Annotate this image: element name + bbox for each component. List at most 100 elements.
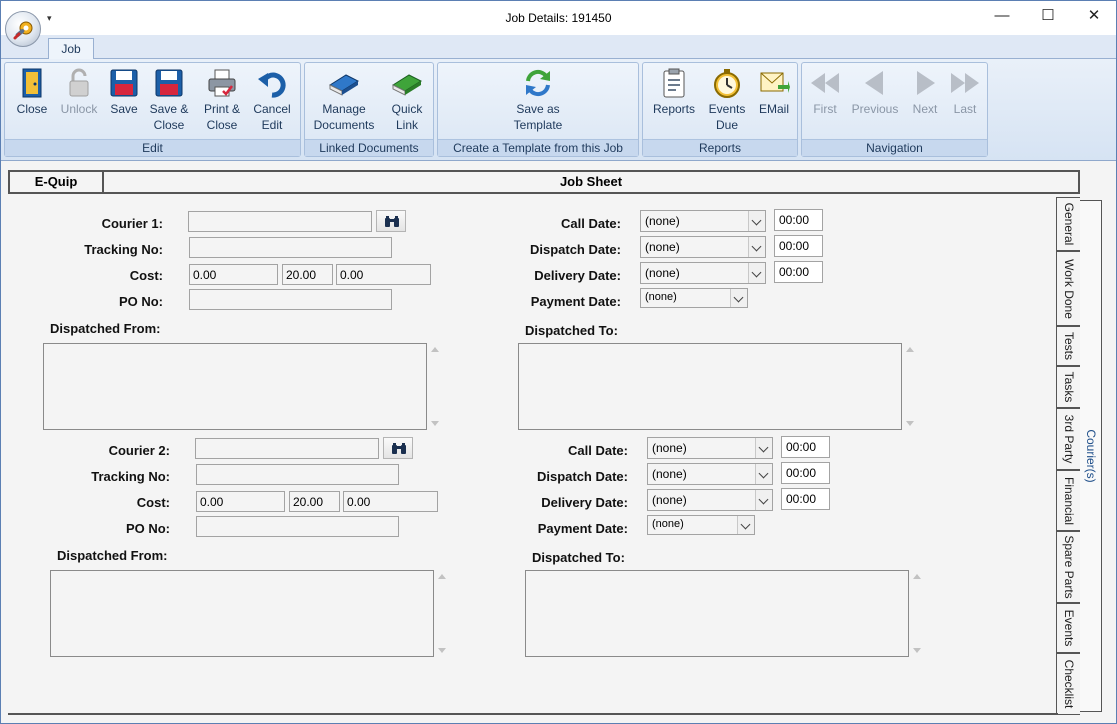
dispatched-from1-memo[interactable] xyxy=(43,343,427,430)
title-bar: ▾ Job Details: 191450 — ☐ ✕ xyxy=(1,1,1116,35)
first-button[interactable]: First xyxy=(806,67,844,117)
tab-spare-parts[interactable]: Spare Parts xyxy=(1056,531,1080,603)
tab-tasks[interactable]: Tasks xyxy=(1056,366,1080,408)
cost1-total-field[interactable] xyxy=(336,264,431,285)
courier1-lookup-button[interactable] xyxy=(376,210,406,232)
delivery2-time-field[interactable]: 00:00 xyxy=(781,488,830,510)
tracking2-field[interactable] xyxy=(196,464,399,485)
dispatched-to1-scrollbar[interactable] xyxy=(902,343,919,430)
dispatched-to1-memo[interactable] xyxy=(518,343,902,430)
payment1-label: Payment Date: xyxy=(530,294,621,309)
payment2-date-select[interactable]: (none) xyxy=(647,515,755,535)
manage-documents-button[interactable]: Manage Documents xyxy=(311,67,377,133)
next-record-icon xyxy=(917,71,935,95)
po2-label: PO No: xyxy=(125,521,170,536)
job-sheet-title: Job Sheet xyxy=(102,170,1080,194)
cancel-edit-label-2: Edit xyxy=(261,118,283,132)
minimize-button[interactable]: — xyxy=(979,5,1025,29)
last-button[interactable]: Last xyxy=(946,67,984,117)
po1-field[interactable] xyxy=(189,289,392,310)
courier2-field[interactable] xyxy=(195,438,379,459)
wrench-gear-icon xyxy=(13,21,33,40)
manage-documents-label-1: Manage xyxy=(322,102,366,116)
reports-button[interactable]: Reports xyxy=(649,67,699,117)
door-icon xyxy=(22,68,42,98)
events-due-button[interactable]: Events Due xyxy=(704,67,750,133)
print-close-label-2: Close xyxy=(206,118,238,132)
cost1-field[interactable] xyxy=(189,264,278,285)
template-group-label: Create a Template from this Job xyxy=(438,139,638,156)
tab-tests[interactable]: Tests xyxy=(1056,326,1080,366)
po2-field[interactable] xyxy=(196,516,399,537)
maximize-button[interactable]: ☐ xyxy=(1025,5,1071,29)
close-window-button[interactable]: ✕ xyxy=(1071,5,1116,29)
dispatch2-label: Dispatch Date: xyxy=(536,469,628,484)
tab-job[interactable]: Job xyxy=(48,38,94,60)
first-label: First xyxy=(813,102,837,116)
tab-spare-parts-label: Spare Parts xyxy=(1061,535,1076,599)
tab-general[interactable]: General xyxy=(1056,197,1080,251)
previous-button[interactable]: Previous xyxy=(848,67,902,117)
unlock-button[interactable]: Unlock xyxy=(57,67,101,117)
email-icon xyxy=(760,72,790,93)
tab-events[interactable]: Events xyxy=(1056,603,1080,653)
tab-events-label: Events xyxy=(1061,609,1076,647)
application-menu-button[interactable] xyxy=(5,11,41,47)
cost2-rate-field[interactable] xyxy=(289,491,340,512)
po1-label: PO No: xyxy=(118,294,163,309)
dispatched-from2-scrollbar[interactable] xyxy=(434,570,451,657)
tab-general-label: General xyxy=(1061,202,1076,246)
dispatch1-date-select[interactable]: (none) xyxy=(640,236,766,258)
dispatched-from1-scrollbar[interactable] xyxy=(427,343,444,430)
next-label: Next xyxy=(912,102,938,116)
tab-financial[interactable]: Financial xyxy=(1056,470,1080,531)
tab-checklist[interactable]: Checklist xyxy=(1056,653,1080,715)
chevron-down-icon xyxy=(755,438,772,458)
cost2-field[interactable] xyxy=(196,491,285,512)
save-as-template-button[interactable]: Save as Template xyxy=(508,67,568,133)
side-tab-strip: General Work Done Tests Tasks 3rd Party … xyxy=(1056,197,1080,715)
print-and-close-button[interactable]: Print & Close xyxy=(198,67,246,133)
delivery2-date-select[interactable]: (none) xyxy=(647,489,773,511)
delivery1-time-field[interactable]: 00:00 xyxy=(774,261,823,283)
clipboard-report-icon xyxy=(663,68,685,98)
dispatch2-time-field[interactable]: 00:00 xyxy=(781,462,830,484)
dispatch1-time-field[interactable]: 00:00 xyxy=(774,235,823,257)
email-button[interactable]: EMail xyxy=(754,67,794,117)
delivery1-date-select[interactable]: (none) xyxy=(640,262,766,284)
dispatched-to2-memo[interactable] xyxy=(525,570,909,657)
binoculars-icon xyxy=(385,216,399,227)
tab-work-done[interactable]: Work Done xyxy=(1056,251,1080,326)
dispatched-to1-label: Dispatched To: xyxy=(525,323,618,338)
tracking1-field[interactable] xyxy=(189,237,392,258)
tab-couriers[interactable]: Courier(s) xyxy=(1080,200,1102,712)
save-and-close-button[interactable]: Save & Close xyxy=(147,67,191,133)
close-button[interactable]: Close xyxy=(13,67,51,117)
dispatch2-date-select[interactable]: (none) xyxy=(647,463,773,485)
payment1-date-select[interactable]: (none) xyxy=(640,288,748,308)
cancel-edit-button[interactable]: Cancel Edit xyxy=(250,67,294,133)
cost1-label: Cost: xyxy=(129,268,163,283)
tab-tests-label: Tests xyxy=(1061,331,1076,361)
next-button[interactable]: Next xyxy=(906,67,944,117)
green-book-icon xyxy=(391,74,423,96)
cost2-total-field[interactable] xyxy=(343,491,438,512)
tab-3rd-party[interactable]: 3rd Party xyxy=(1056,408,1080,470)
call1-time-field[interactable]: 00:00 xyxy=(774,209,823,231)
save-close-label-1: Save & xyxy=(149,102,189,116)
call2-date-select[interactable]: (none) xyxy=(647,437,773,459)
courier2-lookup-button[interactable] xyxy=(383,437,413,459)
template-group: Save as Template Create a Template from … xyxy=(437,62,639,157)
quick-link-button[interactable]: Quick Link xyxy=(385,67,429,133)
call2-time-field[interactable]: 00:00 xyxy=(781,436,830,458)
save-button[interactable]: Save xyxy=(106,67,142,117)
last-label: Last xyxy=(953,102,977,116)
tab-couriers-label: Courier(s) xyxy=(1083,429,1098,483)
cost1-rate-field[interactable] xyxy=(282,264,333,285)
courier1-label: Courier 1: xyxy=(101,216,163,231)
close-label-1: Close xyxy=(16,102,48,116)
call1-date-select[interactable]: (none) xyxy=(640,210,766,232)
courier1-field[interactable] xyxy=(188,211,372,232)
dispatched-from2-memo[interactable] xyxy=(50,570,434,657)
dispatched-to2-scrollbar[interactable] xyxy=(909,570,926,657)
